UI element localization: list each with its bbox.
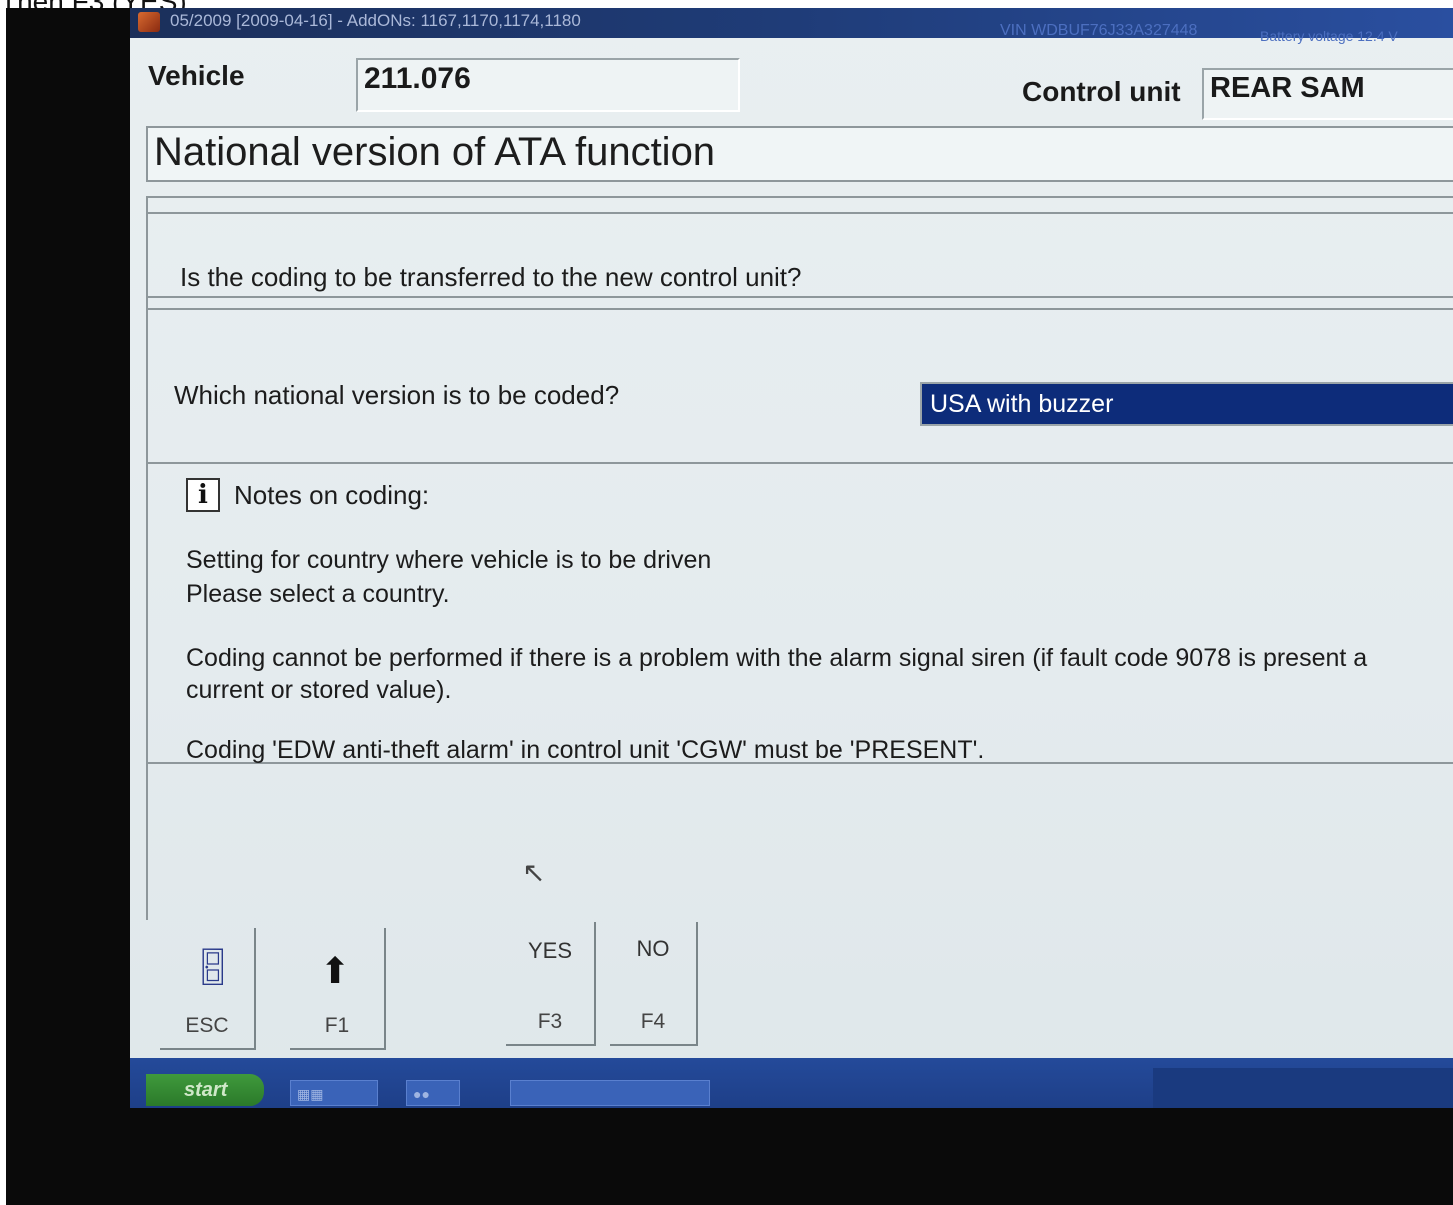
up-arrow-icon: ⬆ bbox=[320, 950, 351, 991]
f1-button[interactable]: ⬆ F1 bbox=[290, 928, 386, 1050]
note-line: Coding cannot be performed if there is a… bbox=[186, 644, 1368, 672]
national-version-question: Which national version is to be coded? bbox=[174, 380, 620, 410]
start-button[interactable]: start bbox=[146, 1074, 264, 1106]
notes-heading: i Notes on coding: bbox=[186, 478, 429, 512]
yes-f3-button[interactable]: YES F3 bbox=[506, 922, 596, 1046]
row-divider bbox=[146, 462, 1453, 464]
note-line: Coding 'EDW anti-theft alarm' in control… bbox=[186, 736, 985, 764]
no-f4-button[interactable]: NO F4 bbox=[610, 922, 698, 1046]
national-version-select[interactable]: USA with buzzer bbox=[920, 382, 1453, 426]
control-unit-label: Control unit bbox=[1022, 76, 1181, 107]
vehicle-label: Vehicle bbox=[148, 60, 245, 91]
no-label: NO bbox=[636, 936, 670, 961]
taskbar-quicklaunch-icon[interactable]: ●● bbox=[406, 1080, 460, 1106]
f4-key-label: F4 bbox=[640, 1010, 666, 1033]
row-divider bbox=[146, 308, 1453, 310]
vehicle-field: 211.076 bbox=[356, 58, 740, 112]
note-line: current or stored value). bbox=[186, 676, 452, 704]
window-title: 05/2009 [2009-04-16] - AddONs: 1167,1170… bbox=[170, 11, 581, 30]
exit-door-icon: 🚪︎ bbox=[190, 946, 236, 987]
notes-title: Notes on coding: bbox=[234, 479, 430, 510]
row-divider bbox=[146, 296, 1453, 298]
mouse-cursor-icon: ↖ bbox=[522, 857, 546, 888]
vin-text: VIN WDBUF76J33A327448 bbox=[1000, 22, 1198, 39]
esc-key-label: ESC bbox=[185, 1014, 229, 1037]
taskbar-window-item[interactable] bbox=[510, 1080, 710, 1106]
control-unit-field: REAR SAM bbox=[1202, 68, 1453, 120]
app-icon bbox=[138, 12, 160, 32]
system-tray bbox=[1153, 1068, 1453, 1108]
page-title: National version of ATA function bbox=[146, 126, 1453, 182]
monitor-frame: 05/2009 [2009-04-16] - AddONs: 1167,1170… bbox=[6, 8, 1453, 1205]
info-icon: i bbox=[186, 478, 220, 512]
battery-voltage-text: Battery voltage 12.4 V bbox=[1260, 28, 1398, 44]
note-line: Please select a country. bbox=[186, 580, 450, 608]
note-line: Setting for country where vehicle is to … bbox=[186, 546, 712, 574]
taskbar: start ▦▦ ●● bbox=[130, 1058, 1453, 1108]
f1-key-label: F1 bbox=[324, 1014, 350, 1037]
row-divider bbox=[146, 212, 1453, 214]
yes-label: YES bbox=[527, 938, 573, 963]
esc-button[interactable]: 🚪︎ ESC bbox=[160, 928, 256, 1050]
screen: 05/2009 [2009-04-16] - AddONs: 1167,1170… bbox=[130, 8, 1453, 1108]
transfer-question: Is the coding to be transferred to the n… bbox=[180, 262, 802, 292]
f3-key-label: F3 bbox=[537, 1010, 563, 1033]
taskbar-keyboard-icon[interactable]: ▦▦ bbox=[290, 1080, 378, 1106]
title-bar: 05/2009 [2009-04-16] - AddONs: 1167,1170… bbox=[130, 8, 1453, 44]
